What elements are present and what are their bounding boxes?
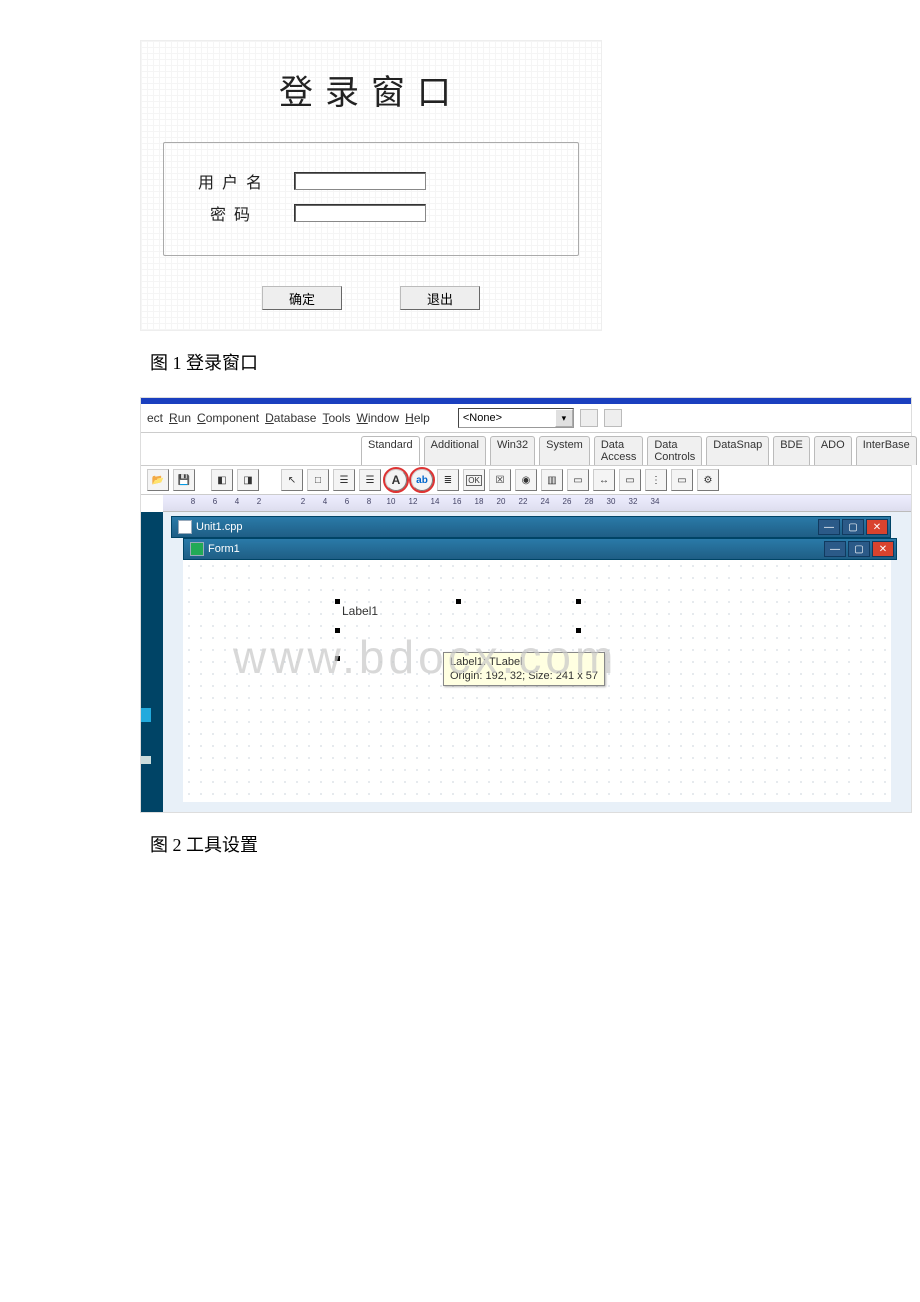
tab-system[interactable]: System: [539, 436, 590, 465]
frame-icon[interactable]: □: [307, 469, 329, 491]
panel-icon[interactable]: ▭: [671, 469, 693, 491]
radiogroup-icon[interactable]: ⋮: [645, 469, 667, 491]
scrollbar-icon[interactable]: ↔: [593, 469, 615, 491]
form-title-label: Form1: [208, 543, 240, 555]
component-tooltip: Label1: TLabel Origin: 192, 32; Size: 24…: [443, 652, 605, 686]
resize-handle-n[interactable]: [456, 599, 461, 604]
maximize-icon[interactable]: ▢: [842, 519, 864, 535]
tab-additional[interactable]: Additional: [424, 436, 486, 465]
component-toolbar: 📂 💾 ◧ ◨ ↖ □ ☰ ☰ A ab ≣ OK ☒ ◉ ▥ ▭ ↔ ▭ ⋮ …: [141, 466, 911, 495]
menu-tools[interactable]: Tools: [322, 411, 350, 425]
figure1-caption: 图 1 登录窗口: [150, 349, 920, 375]
combobox-icon[interactable]: ▭: [567, 469, 589, 491]
tab-win32[interactable]: Win32: [490, 436, 535, 465]
tooltip-line1: Label1: TLabel: [450, 655, 598, 669]
menu-ect[interactable]: ect: [147, 411, 163, 425]
menu-bar: ect Run Component Database Tools Window …: [141, 404, 911, 433]
resize-handle-e[interactable]: [576, 628, 581, 633]
open-icon[interactable]: 📂: [147, 469, 169, 491]
resize-handle-w[interactable]: [335, 628, 340, 633]
password-input[interactable]: [294, 204, 426, 222]
chevron-down-icon[interactable]: ▾: [555, 409, 573, 427]
resize-handle-nw[interactable]: [335, 599, 340, 604]
memo-icon[interactable]: ≣: [437, 469, 459, 491]
username-input[interactable]: [294, 172, 426, 190]
menu-help[interactable]: Help: [405, 411, 430, 425]
tab-ado[interactable]: ADO: [814, 436, 852, 465]
menu-window[interactable]: Window: [356, 411, 399, 425]
align-right-icon[interactable]: ◨: [237, 469, 259, 491]
form-design-surface[interactable]: Label1 Label1: TLabel Origin: 192, 32; S…: [183, 560, 891, 802]
login-title: 登录窗口: [151, 65, 591, 114]
password-label: 密码: [174, 201, 294, 225]
file-icon: [178, 520, 192, 534]
toggle-form-icon[interactable]: [580, 409, 598, 427]
minimize-icon[interactable]: —: [818, 519, 840, 535]
dock-marker2-icon: [141, 756, 151, 764]
dock-marker-icon: [141, 708, 151, 722]
form-maximize-icon[interactable]: ▢: [848, 541, 870, 557]
ide-screenshot: ect Run Component Database Tools Window …: [140, 397, 912, 813]
left-dock-strip: [141, 512, 163, 812]
button-ok-icon[interactable]: OK: [463, 469, 485, 491]
label-component-icon[interactable]: A: [385, 469, 407, 491]
close-icon[interactable]: ✕: [866, 519, 888, 535]
horizontal-ruler: 8 6 4 2 2 4 6 8 10 12 14 16 18 20 22 24 …: [163, 495, 911, 512]
resize-handle-ne[interactable]: [576, 599, 581, 604]
groupbox-icon[interactable]: ▭: [619, 469, 641, 491]
login-fieldset: 用户名 密码: [163, 142, 579, 256]
tab-bde[interactable]: BDE: [773, 436, 810, 465]
popupmenu-icon[interactable]: ☰: [359, 469, 381, 491]
username-label: 用户名: [174, 169, 294, 193]
resize-handle-sw[interactable]: [335, 656, 340, 661]
exit-button[interactable]: 退出: [400, 286, 480, 310]
component-palette-tabs: Standard Additional Win32 System Data Ac…: [141, 433, 911, 466]
align-left-icon[interactable]: ◧: [211, 469, 233, 491]
actionlist-icon[interactable]: ⚙: [697, 469, 719, 491]
unit-tab-bar[interactable]: Unit1.cpp — ▢ ✕: [171, 516, 891, 538]
figure2-caption: 图 2 工具设置: [150, 831, 920, 857]
form-title-bar[interactable]: Form1 — ▢ ✕: [183, 538, 897, 560]
checkbox-icon[interactable]: ☒: [489, 469, 511, 491]
form-icon: [190, 542, 204, 556]
tooltip-line2: Origin: 192, 32; Size: 241 x 57: [450, 669, 598, 683]
tab-interbase[interactable]: InterBase: [856, 436, 917, 465]
menu-component[interactable]: Component: [197, 411, 259, 425]
label-component[interactable]: Label1: [338, 602, 578, 658]
new-form-icon[interactable]: [604, 409, 622, 427]
label-caption: Label1: [342, 604, 378, 618]
login-window-mock: 登录窗口 用户名 密码 确定 退出: [140, 40, 602, 331]
pointer-icon[interactable]: ↖: [281, 469, 303, 491]
radiobutton-icon[interactable]: ◉: [515, 469, 537, 491]
ide-work-area: Unit1.cpp — ▢ ✕ Form1 — ▢ ✕: [141, 512, 911, 812]
form-minimize-icon[interactable]: —: [824, 541, 846, 557]
menu-run[interactable]: Run: [169, 411, 191, 425]
object-selector-combo[interactable]: <None> ▾: [458, 408, 574, 428]
ok-button[interactable]: 确定: [262, 286, 342, 310]
unit-tab-label: Unit1.cpp: [196, 521, 242, 533]
edit-component-icon[interactable]: ab: [411, 469, 433, 491]
mainmenu-icon[interactable]: ☰: [333, 469, 355, 491]
menu-database[interactable]: Database: [265, 411, 316, 425]
combo-value: <None>: [463, 412, 502, 424]
tab-data-controls[interactable]: Data Controls: [647, 436, 702, 465]
save-icon[interactable]: 💾: [173, 469, 195, 491]
listbox-icon[interactable]: ▥: [541, 469, 563, 491]
form-close-icon[interactable]: ✕: [872, 541, 894, 557]
tab-standard[interactable]: Standard: [361, 436, 420, 465]
tab-datasnap[interactable]: DataSnap: [706, 436, 769, 465]
tab-data-access[interactable]: Data Access: [594, 436, 643, 465]
